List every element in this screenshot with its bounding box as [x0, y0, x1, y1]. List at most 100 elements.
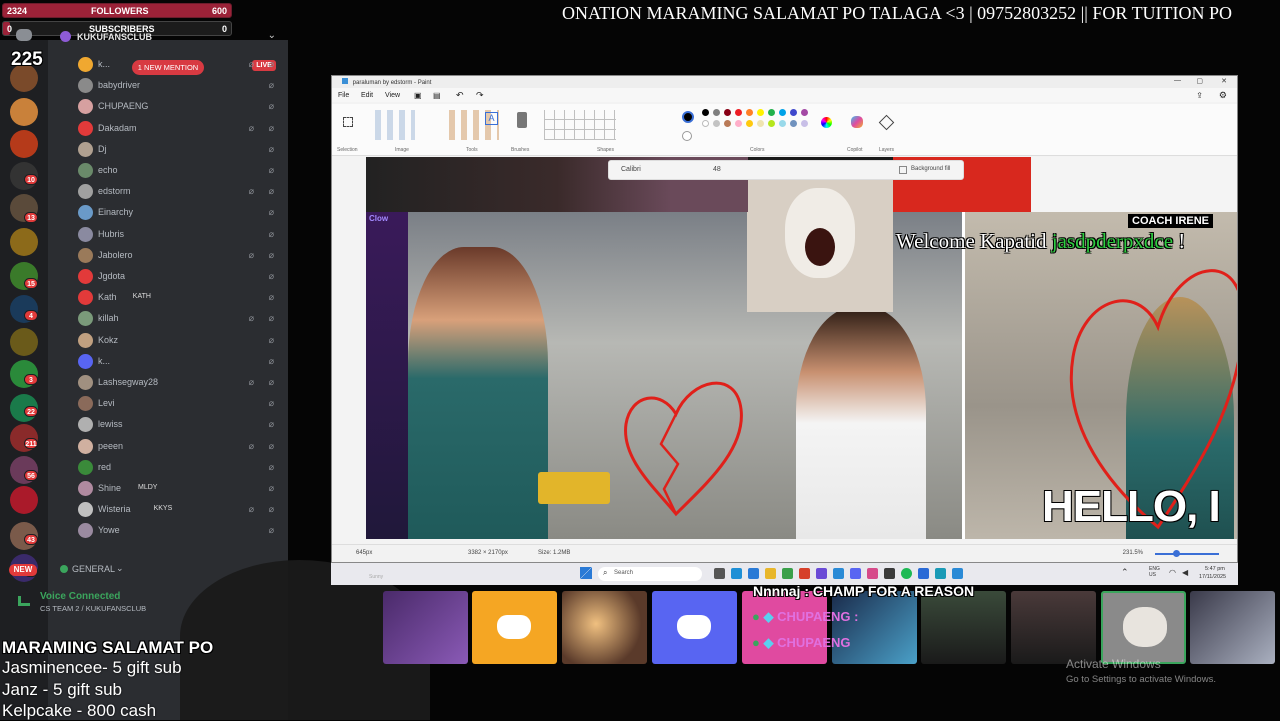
- palette-swatch[interactable]: [801, 109, 808, 116]
- voice-member-row[interactable]: edstorm ⌀ ⌀: [74, 182, 284, 203]
- volume-icon[interactable]: ◀: [1182, 568, 1188, 577]
- color-1[interactable]: [682, 111, 694, 123]
- voice-member-row[interactable]: Dj ⌀: [74, 140, 284, 161]
- voice-member-row[interactable]: Shine MLDY ⌀: [74, 479, 284, 500]
- voice-member-row[interactable]: k... ⌀: [74, 352, 284, 373]
- app-icon[interactable]: [833, 568, 844, 579]
- palette-swatch[interactable]: [779, 109, 786, 116]
- wifi-icon[interactable]: ◠: [1169, 568, 1176, 577]
- voice-member-row[interactable]: echo ⌀: [74, 161, 284, 182]
- app-icon[interactable]: [816, 568, 827, 579]
- app-icon[interactable]: [952, 568, 963, 579]
- open-icon[interactable]: ▤: [433, 91, 441, 100]
- menu-edit[interactable]: Edit: [361, 92, 373, 99]
- voice-member-row[interactable]: killah ⌀ ⌀: [74, 309, 284, 330]
- voice-member-row[interactable]: Dakadam ⌀ ⌀: [74, 119, 284, 140]
- chrome-icon[interactable]: [782, 568, 793, 579]
- explorer-icon[interactable]: [765, 568, 776, 579]
- shapes-gallery[interactable]: [544, 110, 616, 140]
- zoom-thumb[interactable]: [1173, 550, 1180, 557]
- voice-member-row[interactable]: Jabolero ⌀ ⌀: [74, 246, 284, 267]
- video-tile[interactable]: [742, 591, 827, 664]
- color-2[interactable]: [682, 131, 692, 141]
- palette-swatch[interactable]: [713, 109, 720, 116]
- server-icon[interactable]: [10, 486, 38, 514]
- discord-tile[interactable]: [652, 591, 737, 664]
- voice-member-row[interactable]: Kath KATH ⌀: [74, 288, 284, 309]
- selection-tool[interactable]: [343, 117, 353, 127]
- voice-member-row[interactable]: Jgdota ⌀: [74, 267, 284, 288]
- voice-member-row[interactable]: Levi ⌀: [74, 394, 284, 415]
- video-tile[interactable]: [383, 591, 468, 664]
- close-button[interactable]: ✕: [1221, 77, 1227, 85]
- paint-canvas[interactable]: Clow COACH IRENE Welcome Kapatid jasdpde…: [366, 157, 1237, 539]
- start-button[interactable]: [580, 567, 592, 579]
- voice-member-row[interactable]: Einarchy ⌀: [74, 203, 284, 224]
- chevron-down-icon[interactable]: ⌄: [268, 30, 276, 41]
- video-tile[interactable]: [832, 591, 917, 664]
- video-tile[interactable]: [1011, 591, 1096, 664]
- app-icon[interactable]: [935, 568, 946, 579]
- voice-member-row[interactable]: babydriver ⌀: [74, 76, 284, 97]
- server-icon[interactable]: [10, 130, 38, 158]
- palette-swatch[interactable]: [724, 120, 731, 127]
- redo-icon[interactable]: ↷: [476, 90, 484, 101]
- palette-swatch[interactable]: [713, 120, 720, 127]
- video-tile[interactable]: [562, 591, 647, 664]
- undo-icon[interactable]: ↶: [456, 90, 464, 101]
- palette-swatch[interactable]: [757, 120, 764, 127]
- save-icon[interactable]: ▣: [414, 91, 422, 100]
- menu-file[interactable]: File: [338, 92, 349, 99]
- voice-member-row[interactable]: red ⌀: [74, 458, 284, 479]
- voice-member-row[interactable]: Wisteria KKYS ⌀ ⌀: [74, 500, 284, 521]
- layers-icon[interactable]: [878, 114, 895, 131]
- clock-time[interactable]: 5:47 pm: [1205, 566, 1225, 572]
- settings-icon[interactable]: ⚙: [1219, 90, 1227, 101]
- image-tools[interactable]: [375, 110, 415, 140]
- server-icon[interactable]: [10, 98, 38, 126]
- voice-member-row[interactable]: lewiss ⌀: [74, 415, 284, 436]
- palette-swatch[interactable]: [724, 109, 731, 116]
- palette-swatch[interactable]: [702, 109, 709, 116]
- palette-swatch[interactable]: [757, 109, 764, 116]
- voice-member-row[interactable]: Hubris ⌀: [74, 225, 284, 246]
- discord-tile[interactable]: [472, 591, 557, 664]
- voice-member-row[interactable]: Lashsegway28 ⌀ ⌀: [74, 373, 284, 394]
- app-icon[interactable]: [884, 568, 895, 579]
- video-tile[interactable]: [1190, 591, 1275, 664]
- menu-view[interactable]: View: [385, 92, 400, 99]
- palette-swatch[interactable]: [790, 120, 797, 127]
- zoom-slider[interactable]: [1155, 550, 1219, 557]
- tray-chevron-icon[interactable]: ⌃: [1121, 567, 1129, 578]
- video-tile[interactable]: [921, 591, 1006, 664]
- server-icon[interactable]: [10, 328, 38, 356]
- video-tile-active[interactable]: [1101, 591, 1186, 664]
- discord-taskbar-icon[interactable]: [850, 568, 861, 579]
- voice-member-row[interactable]: CHUPAENG ⌀: [74, 97, 284, 118]
- edge-icon[interactable]: [731, 568, 742, 579]
- store-icon[interactable]: [748, 568, 759, 579]
- taskbar-search[interactable]: ⌕ Search: [598, 567, 702, 581]
- palette-swatch[interactable]: [801, 120, 808, 127]
- text-tool[interactable]: A: [485, 112, 498, 125]
- font-size-select[interactable]: 48: [713, 166, 721, 173]
- palette-swatch[interactable]: [735, 109, 742, 116]
- palette-swatch[interactable]: [768, 109, 775, 116]
- minimize-button[interactable]: —: [1174, 77, 1181, 84]
- voice-member-row[interactable]: k... ⌀ ⌀: [74, 55, 284, 76]
- palette-swatch[interactable]: [746, 109, 753, 116]
- general-channel[interactable]: GENERAL ⌄: [60, 563, 180, 575]
- voice-member-row[interactable]: Kokz ⌀: [74, 331, 284, 352]
- palette-swatch[interactable]: [702, 120, 709, 127]
- share-icon[interactable]: ⇪: [1196, 91, 1203, 100]
- app-icon[interactable]: [867, 568, 878, 579]
- edit-colors-icon[interactable]: [821, 117, 832, 128]
- copilot-icon[interactable]: [851, 116, 863, 128]
- clock-date[interactable]: 17/11/2025: [1199, 574, 1226, 580]
- palette-swatch[interactable]: [790, 109, 797, 116]
- app-icon[interactable]: [918, 568, 929, 579]
- palette-swatch[interactable]: [768, 120, 775, 127]
- checkbox[interactable]: [899, 166, 907, 174]
- palette-swatch[interactable]: [746, 120, 753, 127]
- voice-member-row[interactable]: Yowe ⌀: [74, 521, 284, 542]
